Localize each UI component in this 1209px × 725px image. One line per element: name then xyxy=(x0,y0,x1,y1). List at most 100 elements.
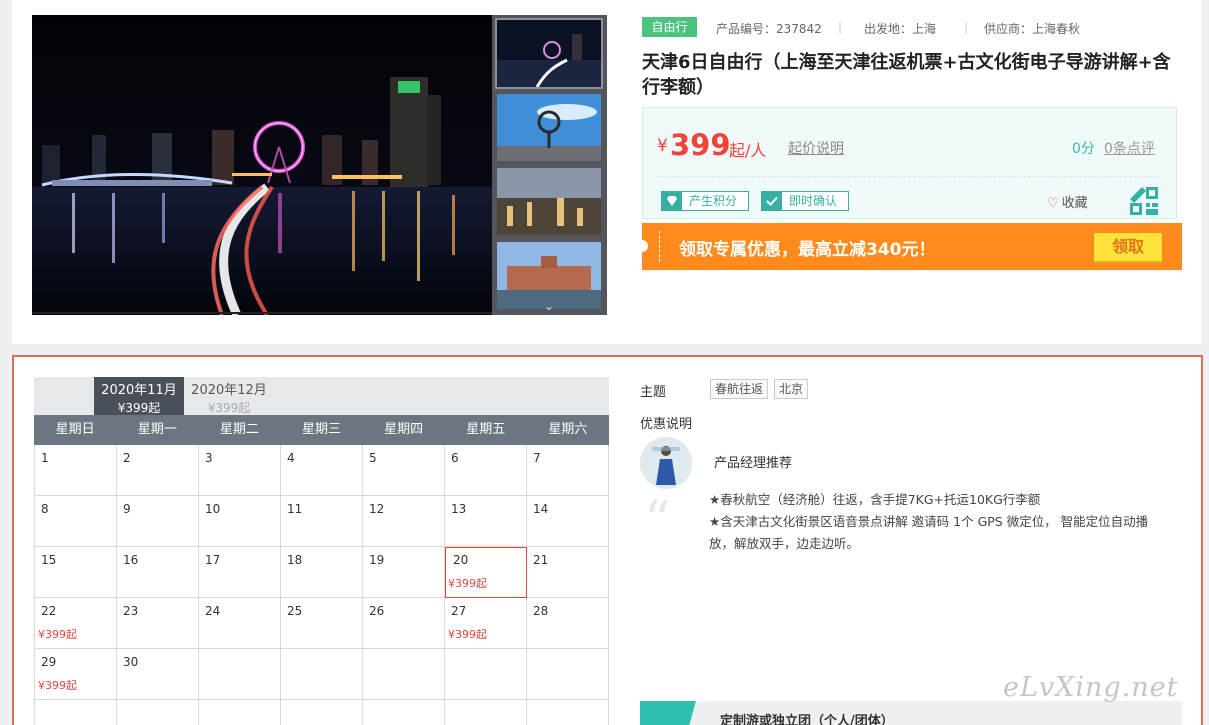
calendar-day[interactable]: 15 xyxy=(35,547,117,598)
calendar-day[interactable]: 8 xyxy=(35,496,117,547)
weekday-label: 星期三 xyxy=(301,422,341,437)
product-title: 天津6日自由行（上海至天津往返机票+古文化街电子导游讲解+含行李额） xyxy=(642,52,1171,98)
day-number: 28 xyxy=(533,604,549,618)
weekday-label: 星期一 xyxy=(137,422,177,437)
reviews-link[interactable]: 0条点评 xyxy=(1104,138,1155,158)
calendar-day[interactable]: 28 xyxy=(527,598,609,649)
day-number: 13 xyxy=(451,502,467,516)
calendar-day[interactable]: 24 xyxy=(199,598,281,649)
departure-city: 出发地：上海 xyxy=(864,22,937,36)
custom-tour-label: 定制游或独立团（个人/团体） xyxy=(720,714,894,725)
day-number: 9 xyxy=(123,502,131,516)
promo-text: 领取专属优惠，最高立减340元！ xyxy=(679,240,936,260)
calendar-day[interactable]: 29 ¥399起 xyxy=(35,649,117,700)
calendar-day[interactable]: 16 xyxy=(117,547,199,598)
price-unit: 起/人 xyxy=(729,141,767,160)
calendar-day[interactable]: 18 xyxy=(281,547,363,598)
calendar-day[interactable]: 19 xyxy=(363,547,445,598)
photo-gallery: ⌄ xyxy=(32,15,607,315)
day-number: 3 xyxy=(205,451,213,465)
supplier: 供应商：上海春秋 xyxy=(984,22,1081,36)
favorite-button[interactable]: ♡ 收藏 xyxy=(1047,192,1088,211)
day-price: ¥399起 xyxy=(448,628,487,641)
day-number: 6 xyxy=(451,451,459,465)
tab-month-november[interactable]: 2020年11月 ¥399起 xyxy=(94,377,184,415)
thumbnail-city-dusk[interactable] xyxy=(497,168,601,235)
weekday-label: 星期六 xyxy=(548,422,588,437)
calendar-day[interactable]: 3 xyxy=(199,445,281,496)
favorite-label: 收藏 xyxy=(1061,196,1088,211)
calendar-day[interactable]: 11 xyxy=(281,496,363,547)
weekday-header: 星期日 星期一 星期二 星期三 星期四 星期五 星期六 xyxy=(34,415,609,445)
theme-chip[interactable]: 北京 xyxy=(774,379,809,399)
day-number: 29 xyxy=(41,655,57,669)
calendar-day[interactable]: 21 xyxy=(527,547,609,598)
calendar-day[interactable]: 22 ¥399起 xyxy=(35,598,117,649)
calendar-day[interactable]: 14 xyxy=(527,496,609,547)
calendar-day[interactable]: 1 xyxy=(35,445,117,496)
tab-month-december[interactable]: 2020年12月 ¥399起 xyxy=(184,377,274,415)
calendar-day[interactable]: 23 xyxy=(117,598,199,649)
calendar-day[interactable]: 9 xyxy=(117,496,199,547)
calendar-day[interactable]: 20 ¥399起 xyxy=(445,547,527,598)
day-number: 5 xyxy=(369,451,377,465)
calendar-day[interactable]: 12 xyxy=(363,496,445,547)
month-price: ¥399起 xyxy=(207,401,251,415)
calendar-empty-cell xyxy=(199,649,281,700)
day-number: 7 xyxy=(533,451,541,465)
month-label: 2020年12月 xyxy=(191,383,267,398)
custom-tour-banner[interactable]: 定制游或独立团（个人/团体） xyxy=(640,701,1182,725)
calendar-day[interactable]: 7 xyxy=(527,445,609,496)
main-photo[interactable] xyxy=(32,15,492,315)
promo-info-label: 优惠说明 xyxy=(640,417,693,432)
calendar-day[interactable]: 13 xyxy=(445,496,527,547)
thumbnail-night-wheel[interactable] xyxy=(495,18,603,89)
instant-confirm-label: 即时确认 xyxy=(789,194,838,208)
calendar-day[interactable]: 10 xyxy=(199,496,281,547)
qr-code-icon[interactable] xyxy=(1130,187,1158,215)
calendar-day[interactable]: 5 xyxy=(363,445,445,496)
weekday-label: 星期二 xyxy=(219,422,259,437)
calendar-empty-cell xyxy=(281,649,363,700)
day-number: 22 xyxy=(41,604,57,618)
calendar-day[interactable]: 27 ¥399起 xyxy=(445,598,527,649)
calendar-empty-cell xyxy=(363,700,445,725)
calendar-day[interactable]: 25 xyxy=(281,598,363,649)
free-travel-badge: 自由行 xyxy=(642,17,697,37)
price-note-link[interactable]: 起价说明 xyxy=(788,138,844,158)
claim-coupon-button[interactable]: 领取 xyxy=(1094,233,1162,261)
day-number: 14 xyxy=(533,502,549,516)
meta-separator: | xyxy=(838,20,843,34)
theme-label: 主题 xyxy=(640,385,667,400)
calendar-day[interactable]: 26 xyxy=(363,598,445,649)
calendar-day[interactable]: 6 xyxy=(445,445,527,496)
heart-icon: ♡ xyxy=(1047,196,1059,211)
calendar-day[interactable]: 4 xyxy=(281,445,363,496)
calendar-empty-cell xyxy=(445,649,527,700)
calendar-day[interactable]: 30 xyxy=(117,649,199,700)
recommendation-line: ★春秋航空（经济舱）往返，含手提7KG+托运10KG行李额 xyxy=(709,492,1041,507)
product-code: 产品编号：237842 xyxy=(716,22,822,36)
theme-chip[interactable]: 春航往返 xyxy=(710,379,769,399)
rating-score: 0分 xyxy=(1072,141,1095,157)
promo-banner: 领取专属优惠，最高立减340元！ 领取 xyxy=(636,223,1182,270)
diamond-icon xyxy=(662,192,682,210)
price-calendar: 2020年11月 ¥399起 2020年12月 ¥399起 星期日 星期一 星期… xyxy=(34,377,609,725)
calendar-day[interactable]: 17 xyxy=(199,547,281,598)
thumbnail-sculpture[interactable] xyxy=(497,94,601,161)
day-number: 15 xyxy=(41,553,57,567)
currency-symbol: ¥ xyxy=(657,136,668,156)
day-number: 11 xyxy=(287,502,303,516)
day-number: 18 xyxy=(287,553,303,567)
crown-icon xyxy=(640,701,696,725)
day-number: 20 xyxy=(453,553,469,567)
chevron-down-icon[interactable]: ⌄ xyxy=(497,297,601,315)
thumbnail-strip xyxy=(495,18,603,316)
day-number: 24 xyxy=(205,604,221,618)
calendar-day[interactable]: 2 xyxy=(117,445,199,496)
meta-separator: | xyxy=(964,20,969,34)
calendar-empty-cell xyxy=(445,700,527,725)
recommendation-line: ★含天津古文化街景区语音景点讲解 邀请码 1个 GPS 微定位， 智能定位自动播… xyxy=(709,514,1149,551)
divider xyxy=(657,176,1162,177)
day-price: ¥399起 xyxy=(448,577,487,590)
